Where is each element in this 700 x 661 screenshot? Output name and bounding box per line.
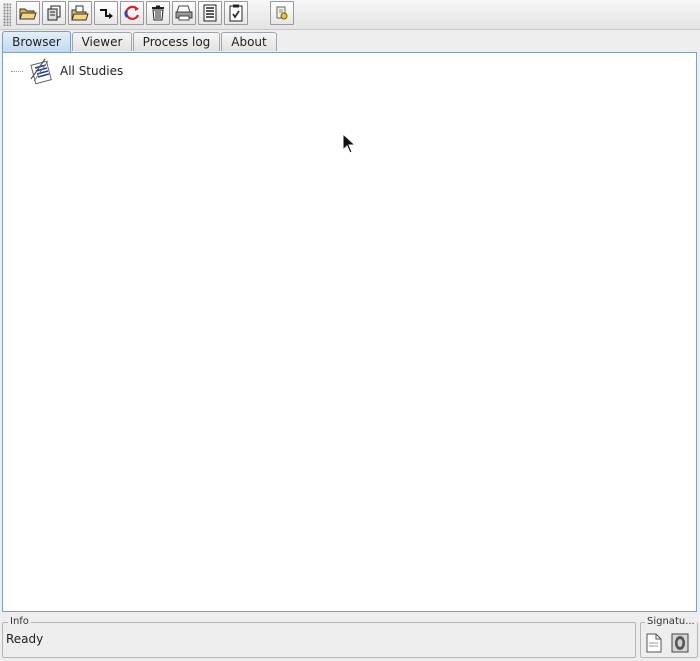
refresh-icon <box>124 5 140 20</box>
print-icon <box>175 5 193 21</box>
copy-icon <box>47 5 61 21</box>
document-icon[interactable] <box>646 633 662 653</box>
delete-button[interactable] <box>146 1 170 25</box>
info-panel: Info Ready <box>2 616 636 658</box>
tab-browser[interactable]: Browser <box>2 31 71 52</box>
toolbar-grip[interactable] <box>3 3 11 26</box>
transfer-button[interactable] <box>94 1 118 25</box>
report-icon <box>203 4 217 22</box>
tab-viewer[interactable]: Viewer <box>72 32 132 51</box>
signature-legend: Signatu... <box>645 616 697 628</box>
tree-root-label: All Studies <box>60 64 124 78</box>
certificate-icon[interactable] <box>671 633 689 653</box>
settings-button[interactable] <box>270 1 294 25</box>
signature-panel: Signatu... <box>640 616 698 658</box>
tab-process-log[interactable]: Process log <box>133 32 220 51</box>
mouse-cursor-icon <box>342 133 356 154</box>
toolbar <box>0 0 700 30</box>
copy-button[interactable] <box>42 1 66 25</box>
settings-key-icon <box>276 6 288 20</box>
report-button[interactable] <box>198 1 222 25</box>
print-button[interactable] <box>172 1 196 25</box>
transfer-arrow-icon <box>100 9 113 19</box>
import-button[interactable] <box>68 1 92 25</box>
tree-connector <box>11 71 23 73</box>
tab-about[interactable]: About <box>221 32 277 51</box>
refresh-button[interactable] <box>120 1 144 25</box>
open-folder-icon <box>19 8 37 20</box>
clipboard-check-icon <box>229 4 243 22</box>
validate-button[interactable] <box>224 1 248 25</box>
delete-icon <box>152 5 164 21</box>
import-folder-icon <box>71 5 89 21</box>
studies-list-icon <box>30 58 52 85</box>
info-legend: Info <box>8 616 31 628</box>
open-button[interactable] <box>16 1 40 25</box>
status-text: Ready <box>6 632 44 646</box>
